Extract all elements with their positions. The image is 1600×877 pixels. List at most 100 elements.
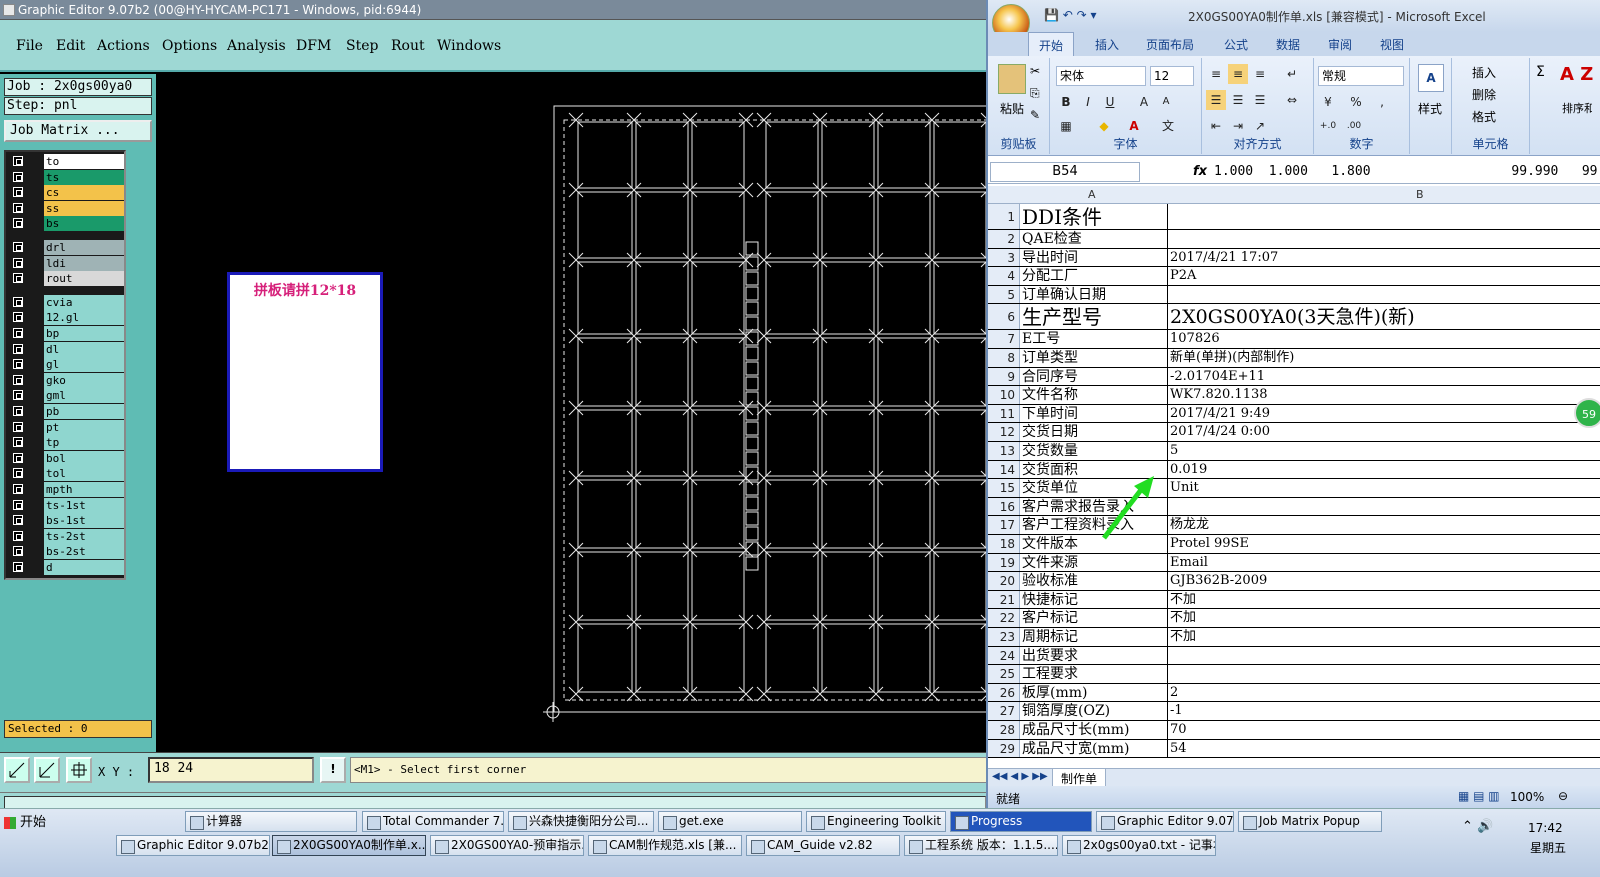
cell-b[interactable] [1168, 665, 1600, 683]
cell-a[interactable]: 文件名称 [1020, 386, 1168, 404]
layer-row-tol[interactable]: tol [8, 466, 124, 482]
layer-row-bs-2st[interactable]: bs-2st [8, 544, 124, 560]
layer-checkbox[interactable] [13, 296, 23, 307]
layer-row-ldi[interactable]: ldi [8, 255, 124, 271]
row-number[interactable]: 10 [988, 386, 1020, 404]
underline-button[interactable]: U [1100, 92, 1120, 112]
zoom-level[interactable]: 100% [1510, 790, 1544, 804]
cell-a[interactable]: 导出时间 [1020, 248, 1168, 267]
cell-b[interactable]: 107826 [1168, 330, 1600, 348]
formula-input[interactable]: 1.000 1.000 1.800 99.990 99 [1214, 164, 1598, 179]
layer-row-ss[interactable]: ss [8, 200, 124, 216]
layer-checkbox[interactable] [13, 171, 23, 182]
cell-b[interactable]: Unit [1168, 479, 1600, 497]
cell-b[interactable]: 5 [1168, 442, 1600, 460]
layer-name[interactable]: ts-1st [44, 497, 124, 513]
row-number[interactable]: 6 [988, 304, 1020, 330]
xy-input[interactable]: 18 24 [148, 757, 314, 783]
cell-a[interactable]: 订单类型 [1020, 349, 1168, 367]
cell-b[interactable] [1168, 230, 1600, 248]
layer-checkbox[interactable] [13, 437, 23, 448]
layer-checkbox[interactable] [13, 374, 23, 385]
layer-row-d[interactable]: d [8, 560, 124, 575]
layer-name[interactable]: bs-1st [44, 513, 124, 529]
row-number[interactable]: 29 [988, 739, 1020, 758]
row-number[interactable]: 9 [988, 367, 1020, 386]
font-size-select[interactable]: 12 [1150, 66, 1194, 86]
layer-checkbox[interactable] [13, 242, 23, 252]
layer-row-gml[interactable]: gml [8, 388, 124, 404]
layer-checkbox[interactable] [13, 187, 23, 198]
taskbar-item[interactable]: CAM_Guide v2.82 [746, 835, 900, 856]
bold-button[interactable]: B [1056, 92, 1076, 112]
decrease-decimal-icon[interactable]: .00 [1344, 116, 1364, 136]
tray-icons[interactable]: ⌃ 🔊 [1462, 819, 1493, 834]
layer-checkbox[interactable] [13, 218, 23, 229]
taskbar-item[interactable]: 2x0gs00ya0.txt - 记事本 [1062, 835, 1216, 856]
tab-insert[interactable]: 插入 [1095, 36, 1119, 53]
cell-b[interactable]: 不加 [1168, 609, 1600, 627]
layer-row-cvia[interactable]: cvia [8, 294, 124, 310]
cell-a[interactable]: 客户标记 [1020, 609, 1168, 627]
taskbar-item[interactable]: 兴森快捷衡阳分公司... [508, 811, 654, 832]
align-right-icon[interactable]: ☰ [1250, 90, 1270, 110]
cell-a[interactable]: 验收标准 [1020, 572, 1168, 590]
layer-name[interactable]: ldi [44, 255, 124, 271]
cell-b[interactable]: 不加 [1168, 628, 1600, 646]
layer-row-ts-1st[interactable]: ts-1st [8, 497, 124, 513]
taskbar-item[interactable]: Graphic Editor 9.07b2 (0... [116, 835, 270, 856]
cell-a[interactable]: 生产型号 [1020, 304, 1168, 330]
orientation-icon[interactable]: ↗ [1250, 116, 1270, 136]
zoom-window-button[interactable] [4, 757, 30, 783]
layer-row-bs[interactable]: bs [8, 216, 124, 232]
align-center-icon[interactable]: ☰ [1228, 90, 1248, 110]
cell-b[interactable]: 不加 [1168, 591, 1600, 609]
sort-filter-icon[interactable]: A Z [1560, 64, 1593, 85]
align-left-icon[interactable]: ☰ [1206, 90, 1226, 110]
layer-row-12-gl[interactable]: 12.gl [8, 310, 124, 326]
taskbar-item[interactable]: 2X0GS00YA0制作单.x... [272, 835, 426, 856]
layer-name[interactable]: cs [44, 185, 124, 201]
delete-cells-button[interactable]: 删除 [1472, 86, 1496, 103]
row-number[interactable]: 17 [988, 516, 1020, 534]
autosum-icon[interactable]: Σ [1536, 64, 1545, 80]
row-number[interactable]: 13 [988, 442, 1020, 460]
row-number[interactable]: 19 [988, 553, 1020, 572]
layer-name[interactable]: mpth [44, 482, 124, 497]
cell-a[interactable]: 下单时间 [1020, 404, 1168, 423]
layer-row-pb[interactable]: pb [8, 404, 124, 419]
cell-a[interactable]: 成品尺寸长(mm) [1020, 721, 1168, 739]
row-number[interactable]: 1 [988, 204, 1020, 229]
taskbar-item[interactable]: CAM制作规范.xls [兼... [588, 835, 742, 856]
layer-checkbox[interactable] [13, 421, 23, 432]
layer-row-cs[interactable]: cs [8, 185, 124, 201]
layer-row-mpth[interactable]: mpth [8, 482, 124, 497]
layer-row-bs-1st[interactable]: bs-1st [8, 513, 124, 529]
cell-a[interactable]: QAE检查 [1020, 230, 1168, 248]
cell-a[interactable]: 铜箔厚度(OZ) [1020, 702, 1168, 720]
tab-formulas[interactable]: 公式 [1224, 36, 1248, 53]
layer-row-bol[interactable]: bol [8, 450, 124, 466]
floating-badge[interactable]: 59 [1574, 398, 1600, 428]
layer-checkbox[interactable] [13, 156, 23, 166]
layer-name[interactable]: cvia [44, 294, 124, 310]
taskbar-item[interactable]: Graphic Editor 9.07b2 ... [1096, 811, 1234, 832]
layer-name[interactable]: rout [44, 271, 124, 287]
taskbar-item[interactable]: Progress [950, 811, 1092, 832]
cell-b[interactable]: P2A [1168, 267, 1600, 285]
taskbar-item[interactable]: get.exe [658, 811, 802, 832]
align-bottom-icon[interactable]: ≡ [1250, 64, 1270, 84]
cell-a[interactable]: 周期标记 [1020, 628, 1168, 646]
measure-button[interactable] [34, 757, 60, 783]
menu-file[interactable]: File [16, 38, 43, 54]
layer-checkbox[interactable] [13, 468, 23, 479]
grid-snap-button[interactable] [66, 757, 92, 783]
row-number[interactable]: 4 [988, 267, 1020, 285]
fill-color-icon[interactable]: ◆ [1094, 116, 1114, 136]
cell-b[interactable]: Protel 99SE [1168, 535, 1600, 553]
cell-a[interactable]: DDI条件 [1020, 204, 1168, 229]
layer-name[interactable]: to [44, 154, 124, 169]
taskbar-item[interactable]: Engineering Toolkit 9.... [806, 811, 946, 832]
row-number[interactable]: 8 [988, 349, 1020, 367]
layer-row-drl[interactable]: drl [8, 240, 124, 255]
